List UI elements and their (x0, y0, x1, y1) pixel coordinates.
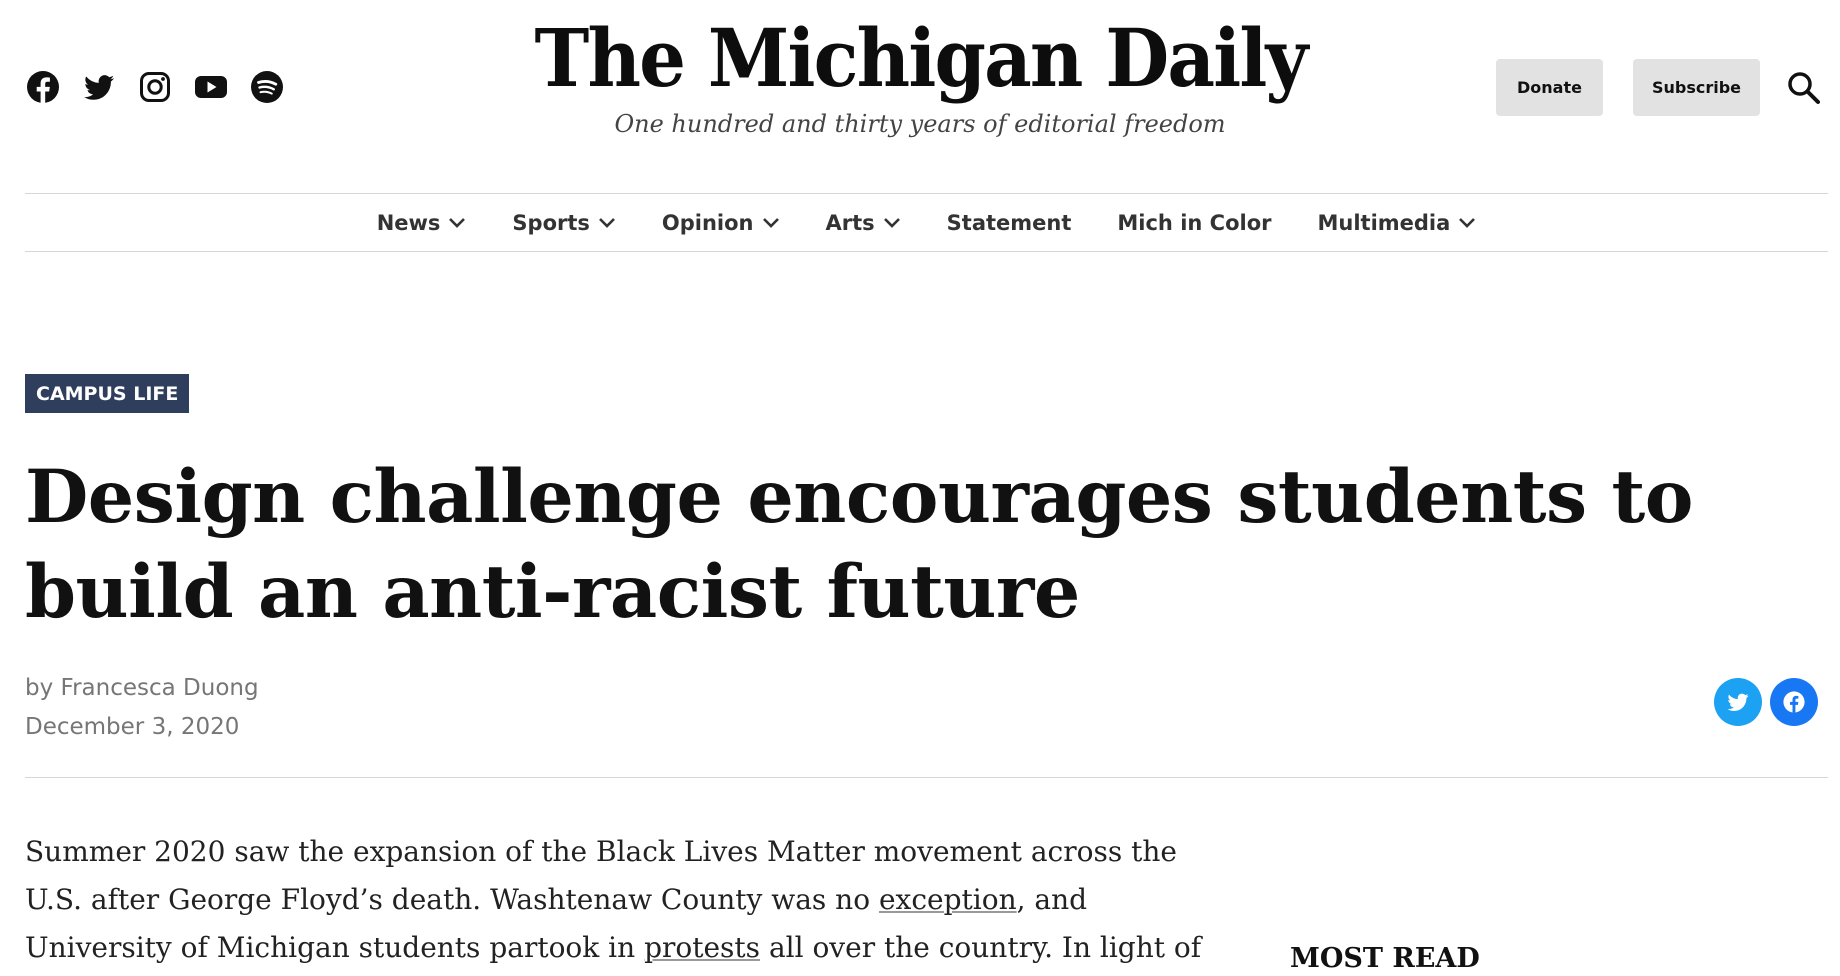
page: The Michigan Daily One hundred and thirt… (0, 0, 1840, 976)
most-read-heading: MOST READ (1290, 943, 1480, 974)
chevron-down-icon (598, 217, 615, 228)
subscribe-button[interactable]: Subscribe (1633, 59, 1760, 116)
nav-item-label: Multimedia (1317, 210, 1451, 235)
share-buttons (1714, 678, 1818, 726)
nav-item-mich-in-color[interactable]: Mich in Color (1113, 211, 1275, 235)
body-text: all over the country. In light of (760, 931, 1202, 964)
share-facebook-button[interactable] (1770, 678, 1818, 726)
chevron-down-icon (449, 217, 466, 228)
main-nav: News Sports Opinion Arts Statement Mich … (25, 193, 1828, 252)
nav-item-multimedia[interactable]: Multimedia (1313, 211, 1480, 235)
share-twitter-button[interactable] (1714, 678, 1762, 726)
twitter-icon (1727, 693, 1749, 712)
body-link-protests[interactable]: protests (644, 931, 760, 964)
chevron-down-icon (762, 217, 779, 228)
nav-item-label: Mich in Color (1117, 210, 1272, 235)
category-tag[interactable]: CAMPUS LIFE (25, 374, 190, 413)
byline: by Francesca Duong (25, 675, 259, 701)
donate-button[interactable]: Donate (1496, 59, 1603, 116)
nav-item-arts[interactable]: Arts (822, 211, 905, 235)
body-link-exception[interactable]: exception (879, 883, 1017, 916)
article-body: Summer 2020 saw the expansion of the Bla… (25, 828, 1205, 972)
byline-prefix: by (25, 675, 54, 701)
publish-date: December 3, 2020 (25, 714, 240, 740)
chevron-down-icon (883, 217, 900, 228)
article-title: Design challenge encourages students to … (25, 454, 1693, 635)
facebook-icon (1783, 691, 1805, 713)
header-actions: Donate Subscribe (1496, 59, 1822, 116)
nav-item-label: Opinion (661, 210, 754, 235)
nav-item-label: News (376, 210, 441, 235)
nav-item-label: Statement (946, 210, 1072, 235)
nav-item-statement[interactable]: Statement (943, 211, 1076, 235)
nav-item-sports[interactable]: Sports (508, 211, 619, 235)
chevron-down-icon (1459, 217, 1476, 228)
nav-item-label: Arts (825, 210, 875, 235)
author-link[interactable]: Francesca Duong (61, 675, 259, 701)
divider (25, 777, 1828, 778)
nav-item-opinion[interactable]: Opinion (658, 211, 784, 235)
site-logo[interactable]: The Michigan Daily (534, 18, 1308, 98)
nav-item-label: Sports (512, 210, 590, 235)
nav-item-news[interactable]: News (373, 211, 471, 235)
search-icon[interactable] (1786, 70, 1822, 106)
